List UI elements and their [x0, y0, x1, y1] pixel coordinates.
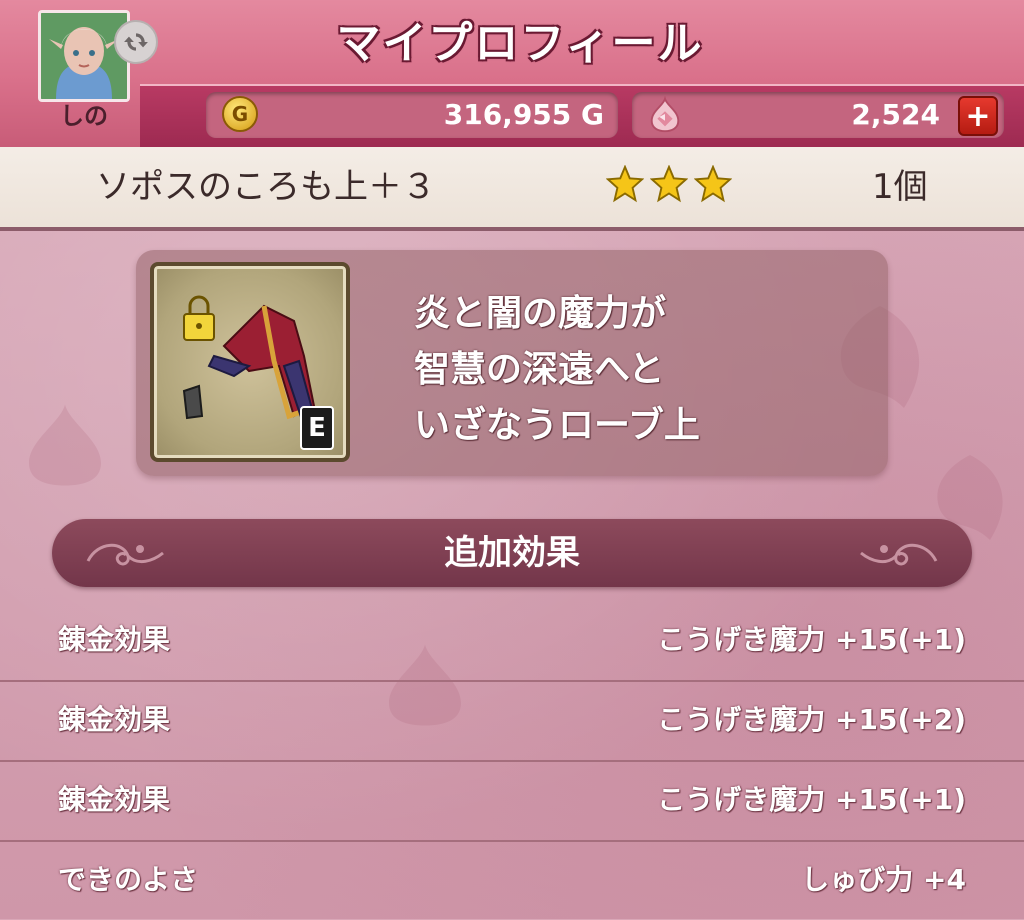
- effect-label: 錬金効果: [58, 783, 171, 816]
- effect-value: こうげき魔力 +15(+1): [657, 623, 966, 656]
- effects-title: 追加効果: [444, 533, 580, 573]
- gem-value: 2,524: [851, 98, 940, 131]
- equipped-badge: E: [300, 406, 334, 450]
- effect-value: こうげき魔力 +15(+1): [657, 783, 966, 816]
- gold-display: G 316,955 G: [206, 92, 618, 138]
- profile-header: しの マイプロフィール G 316,955 G 2,524 +: [0, 0, 1024, 148]
- item-description-panel: E 炎と闇の魔力が 智慧の深遠へと いざなうローブ上: [136, 250, 888, 476]
- item-icon-frame[interactable]: E: [150, 262, 350, 462]
- effect-row: 錬金効果 こうげき魔力 +15(+2): [0, 680, 1024, 762]
- star-icon: [650, 165, 688, 203]
- description-line: いざなうローブ上: [414, 405, 700, 446]
- star-icon: [694, 165, 732, 203]
- effect-row: 錬金効果 こうげき魔力 +15(+1): [0, 600, 1024, 682]
- rarity-stars: [606, 165, 738, 209]
- avatar-character-icon: [41, 13, 127, 99]
- slime-decoration-icon: [29, 404, 101, 486]
- item-title-bar: ソポスのころも上＋３ 1個: [0, 147, 1024, 231]
- effect-row: 錬金効果 こうげき魔力 +15(+1): [0, 760, 1024, 842]
- description-line: 炎と闇の魔力が: [414, 293, 667, 334]
- item-description: 炎と闇の魔力が 智慧の深遠へと いざなうローブ上: [414, 286, 874, 454]
- effect-label: 錬金効果: [58, 623, 171, 656]
- gold-coin-icon: G: [222, 96, 258, 132]
- player-name: しの: [60, 102, 108, 130]
- effect-label: 錬金効果: [58, 703, 171, 736]
- page-title: マイプロフィール: [336, 18, 704, 69]
- avatar[interactable]: [38, 10, 130, 102]
- flourish-right-icon: [860, 543, 938, 566]
- star-icon: [606, 165, 644, 203]
- gem-icon: [650, 96, 680, 133]
- description-line: 智慧の深遠へと: [414, 349, 665, 390]
- item-count: 1個: [872, 167, 928, 207]
- gem-display: 2,524 +: [632, 92, 1004, 138]
- effect-value: しゅび力 +4: [801, 863, 966, 896]
- effects-section-header: 追加効果: [52, 519, 972, 587]
- add-gem-button[interactable]: +: [958, 96, 998, 136]
- effect-value: こうげき魔力 +15(+2): [657, 703, 966, 736]
- effect-row: できのよさ しゅび力 +4: [0, 840, 1024, 920]
- effect-label: できのよさ: [58, 863, 199, 896]
- gold-value: 316,955 G: [443, 98, 604, 131]
- item-name: ソポスのころも上＋３: [96, 167, 436, 207]
- refresh-icon[interactable]: [114, 20, 158, 64]
